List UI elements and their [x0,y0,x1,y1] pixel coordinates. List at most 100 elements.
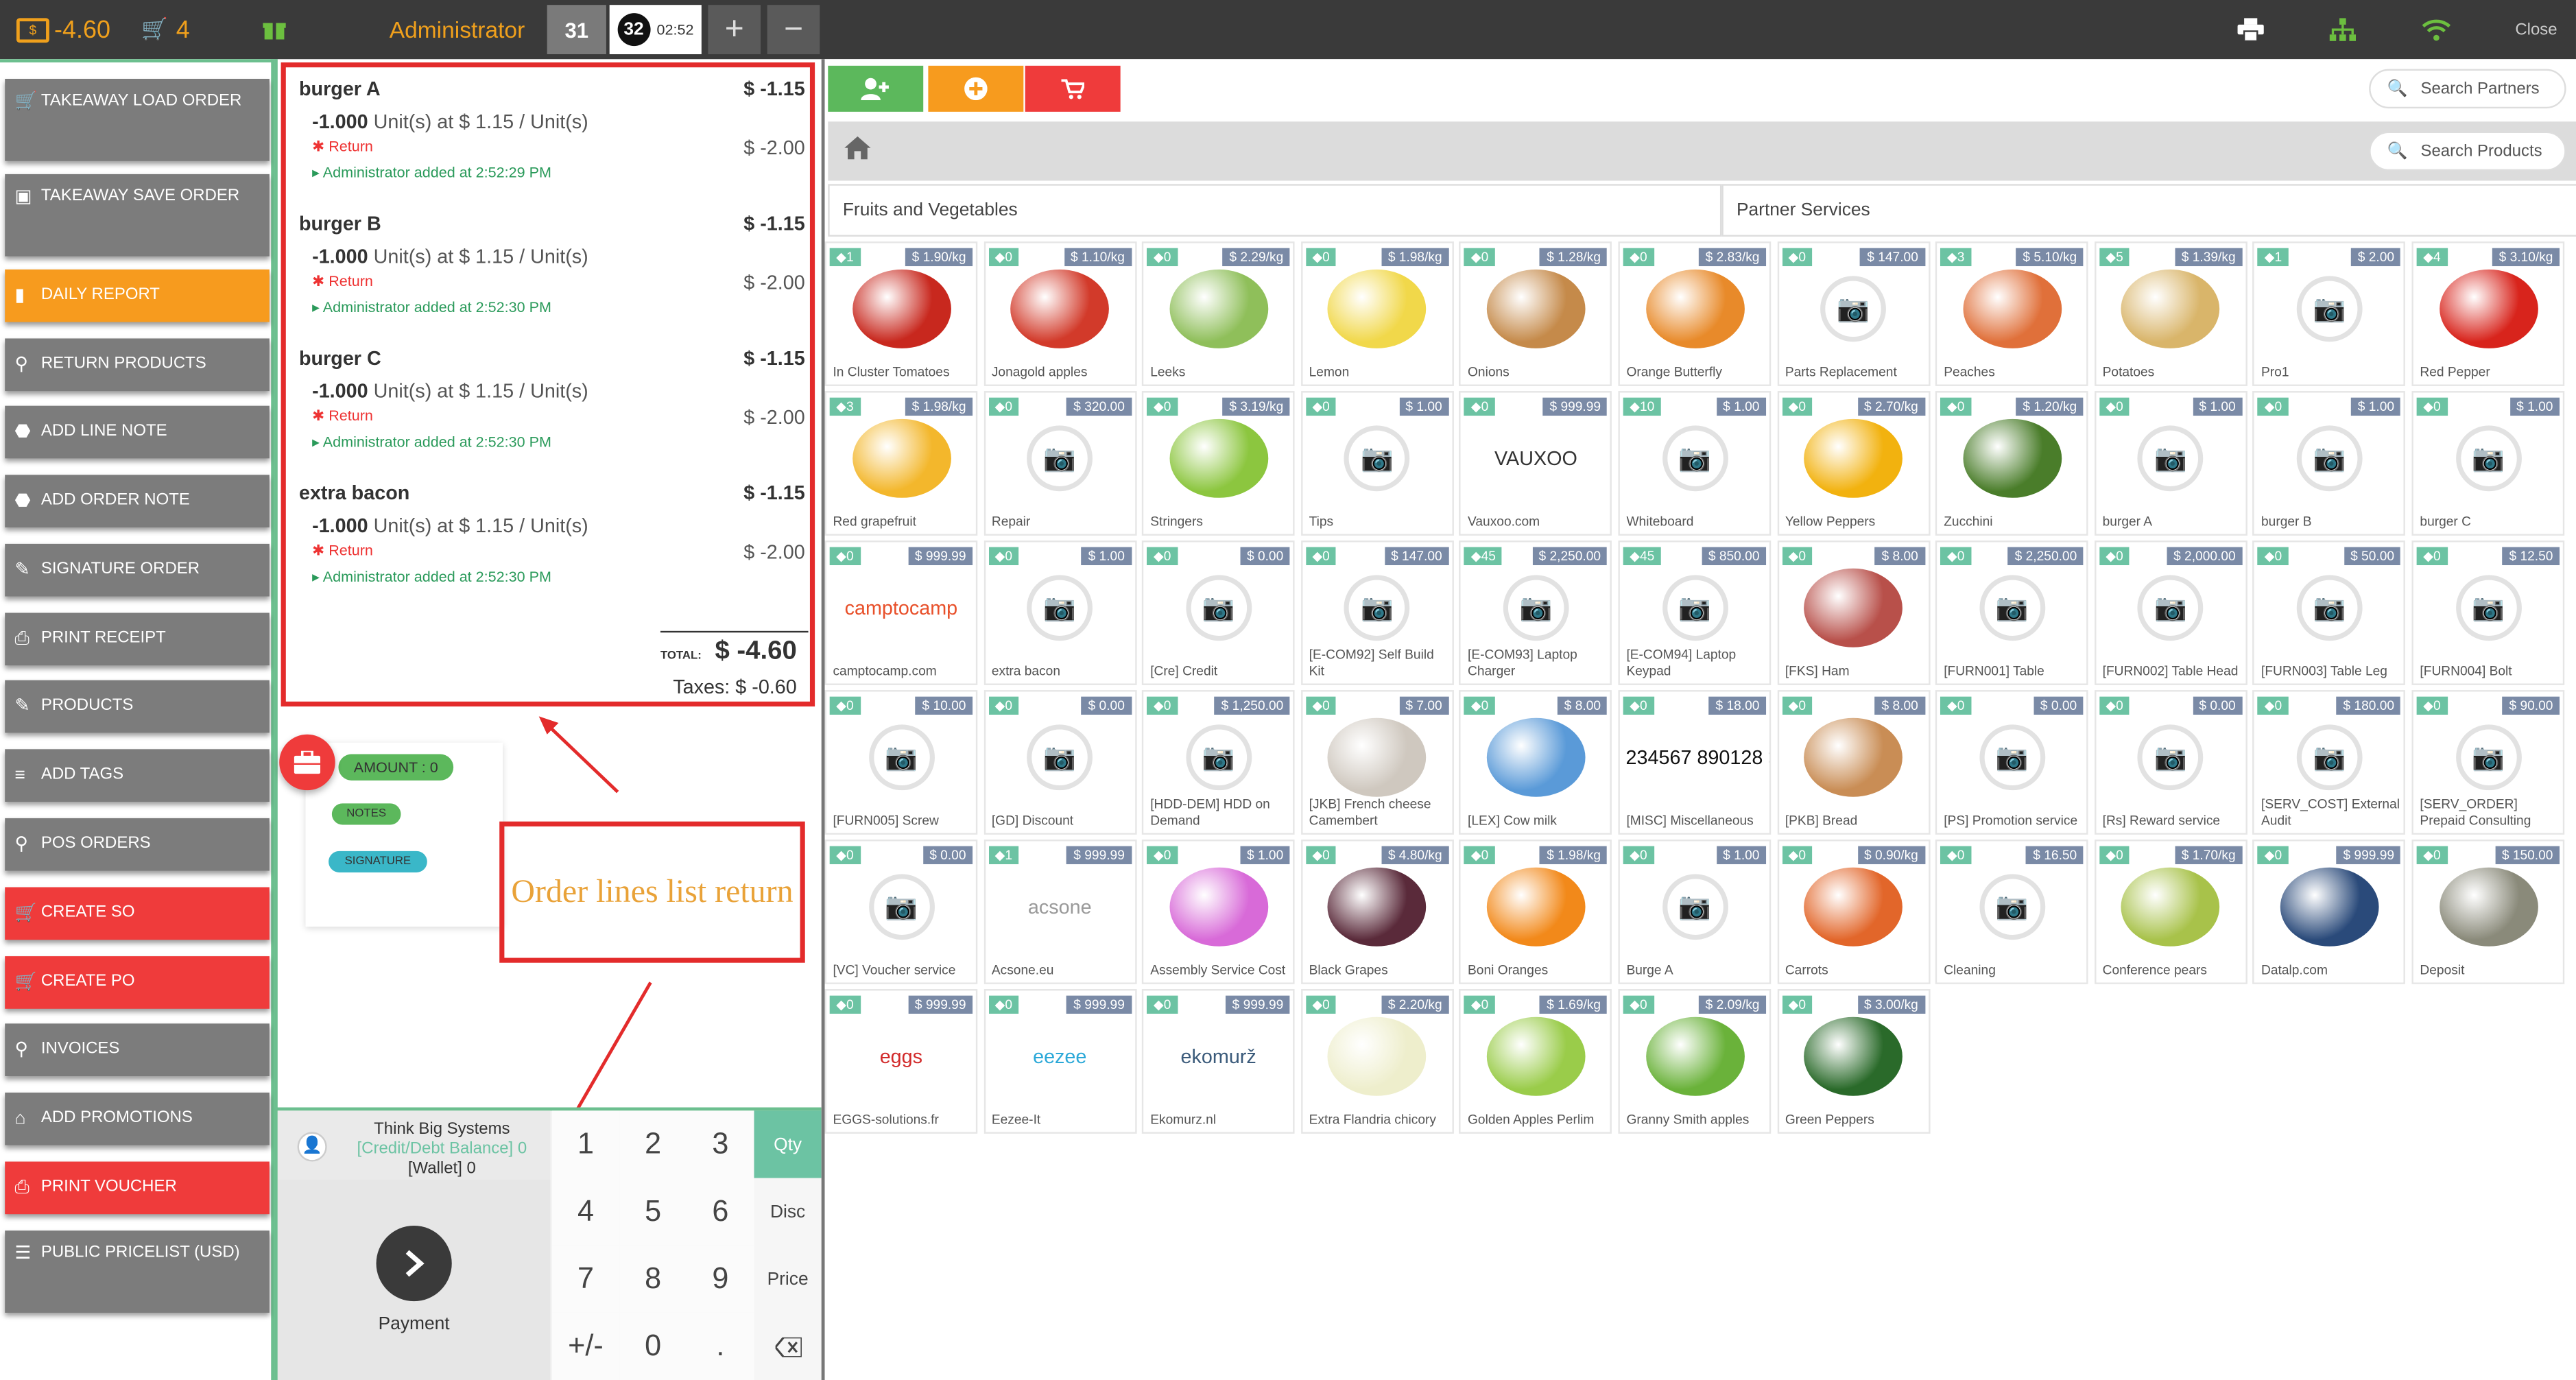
sidebar-item-products[interactable]: ✎ PRODUCTS [5,680,270,733]
product-tile[interactable]: ◆0 $ 2.29/kg Leeks [1142,241,1296,386]
product-tile[interactable]: ◆0 $ 8.00 [LEX] Cow milk [1459,690,1612,835]
search-partners-input[interactable]: 🔍 Search Partners [2369,69,2566,109]
numpad-key[interactable]: 9 [687,1245,754,1313]
product-tile[interactable]: ◆3 $ 1.98/kg Red grapefruit [824,391,978,536]
product-tile[interactable]: ◆0 $ 3.00/kg Green Peppers [1776,989,1930,1134]
numpad-key[interactable]: 5 [619,1178,687,1246]
product-tile[interactable]: 📷 ◆0 $ 90.00 [SERV_ORDER] Prepaid Consultin… [2411,690,2565,835]
numpad-key[interactable]: 2 [619,1110,687,1178]
gift-icon[interactable] [263,0,286,59]
order-tab[interactable]: 31 [547,5,606,55]
product-tile[interactable]: camptocamp ◆0 $ 999.99 camptocamp.com [824,540,978,685]
category-fruits-vegetables[interactable]: Fruits and Vegetables [828,184,1722,237]
numpad-mode-disc[interactable]: Disc [754,1178,822,1246]
product-tile[interactable]: ◆0 $ 1.98/kg Lemon [1300,241,1454,386]
product-tile[interactable]: 📷 ◆0 $ 1.00 Burge A [1618,840,1772,984]
wifi-icon[interactable] [2422,0,2451,59]
product-tile[interactable]: ◆0 $ 7.00 [JKB] French cheese Camembert [1300,690,1454,835]
sidebar-item-add-tags[interactable]: ≡ ADD TAGS [5,749,270,802]
numpad-mode-price[interactable]: Price [754,1245,822,1313]
numpad-key[interactable]: 1 [551,1110,620,1178]
product-tile[interactable]: 📷 ◆0 $ 2,250.00 [FURN001] Table [1935,540,2089,685]
product-tile[interactable]: ◆3 $ 5.10/kg Peaches [1935,241,2089,386]
sidebar-item-add-promotions[interactable]: ⌂ ADD PROMOTIONS [5,1092,270,1145]
balance-display[interactable]: $ -4.60 [16,0,110,59]
product-tile[interactable]: 📷 ◆0 $ 1,250.00 [HDD-DEM] HDD on Demand [1142,690,1296,835]
numpad-key[interactable]: 8 [619,1245,687,1313]
numpad-key[interactable]: 6 [687,1178,754,1246]
product-tile[interactable]: 📷 ◆0 $ 147.00 [E-COM92] Self Build Kit [1300,540,1454,685]
search-products-input[interactable]: 🔍 Search Products [2369,131,2566,171]
numpad-key[interactable]: . [687,1312,754,1380]
product-tile[interactable]: 📷 ◆0 $ 1.00 Tips [1300,391,1454,536]
product-tile[interactable]: 📷 ◆0 $ 10.00 [FURN005] Screw [824,690,978,835]
product-tile[interactable]: ◆0 $ 1.20/kg Zucchini [1935,391,2089,536]
product-tile[interactable]: ◆0 $ 2.83/kg Orange Butterfly [1618,241,1772,386]
product-tile[interactable]: ◆0 $ 8.00 [PKB] Bread [1776,690,1930,835]
product-tile[interactable]: ◆4 $ 3.10/kg Red Pepper [2411,241,2565,386]
add-customer-button[interactable] [828,65,924,112]
order-tab-active[interactable]: 32 02:52 [609,5,702,55]
product-tile[interactable]: ◆0 $ 0.90/kg Carrots [1776,840,1930,984]
product-tile[interactable]: 📷 ◆1 $ 2.00 Pro1 [2253,241,2406,386]
product-tile[interactable]: ◆5 $ 1.39/kg Potatoes [2094,241,2247,386]
sidebar-item-public-pricelist-usd[interactable]: ☰ PUBLIC PRICELIST (USD) [5,1230,270,1313]
order-line[interactable]: burger C $ -1.15 -1.000 Unit(s) at $ 1.15 … [299,346,805,478]
product-tile[interactable]: 📷 ◆0 $ 320.00 Repair [983,391,1136,536]
product-tile[interactable]: ◆0 $ 1.98/kg Boni Oranges [1459,840,1612,984]
product-tile[interactable]: ◆0 $ 2.09/kg Granny Smith apples [1618,989,1772,1134]
add-order-button[interactable]: + [708,5,761,55]
product-tile[interactable]: ◆0 $ 999.99 Datalp.com [2253,840,2406,984]
numpad-key[interactable]: 3 [687,1110,754,1178]
sidebar-item-add-line-note[interactable]: ⬣ ADD LINE NOTE [5,405,270,459]
numpad-key[interactable]: +/- [551,1312,620,1380]
product-tile[interactable]: 📷 ◆0 $ 180.00 [SERV_COST] External Audit [2253,690,2406,835]
notes-badge[interactable]: NOTES [331,803,401,825]
signature-badge[interactable]: SIGNATURE [329,850,427,872]
product-tile[interactable]: 📷 ◆0 $ 0.00 [Rs] Reward service [2094,690,2247,835]
home-icon[interactable] [844,136,871,168]
sidebar-item-invoices[interactable]: ⚲ INVOICES [5,1023,270,1076]
product-tile[interactable]: eggs ◆0 $ 999.99 EGGS-solutions.fr [824,989,978,1134]
product-tile[interactable]: ◆0 $ 4.80/kg Black Grapes [1300,840,1454,984]
product-tile[interactable]: 📷 ◆0 $ 1.00 burger C [2411,391,2565,536]
sidebar-item-create-so[interactable]: 🛒 CREATE SO [5,887,270,940]
sidebar-item-takeaway-load-order[interactable]: 🛒 TAKEAWAY LOAD ORDER [5,78,270,161]
product-tile[interactable]: ◆0 $ 1.00 Assembly Service Cost [1142,840,1296,984]
product-tile[interactable]: 📷 ◆0 $ 1.00 burger A [2094,391,2247,536]
add-button[interactable] [928,65,1024,112]
sidebar-item-print-voucher[interactable]: ⎙ PRINT VOUCHER [5,1161,270,1215]
sidebar-item-daily-report[interactable]: ▮ DAILY REPORT [5,269,270,322]
numpad-key[interactable]: 7 [551,1245,620,1313]
sidebar-item-create-po[interactable]: 🛒 CREATE PO [5,956,270,1009]
product-tile[interactable]: acsone ◆1 $ 999.99 Acsone.eu [983,840,1136,984]
close-button[interactable]: Close [2515,0,2557,59]
cart-button[interactable] [1025,65,1121,112]
product-tile[interactable]: eezee ◆0 $ 999.99 Eezee-It [983,989,1136,1134]
product-tile[interactable]: 📷 ◆0 $ 16.50 Cleaning [1935,840,2089,984]
product-tile[interactable]: 📷 ◆0 $ 1.00 extra bacon [983,540,1136,685]
product-tile[interactable]: ekomurž ◆0 $ 999.99 Ekomurz.nl [1142,989,1296,1134]
sidebar-item-print-receipt[interactable]: ⎙ PRINT RECEIPT [5,612,270,666]
product-tile[interactable]: 📷 ◆10 $ 1.00 Whiteboard [1618,391,1772,536]
product-tile[interactable]: 📷 ◆0 $ 147.00 Parts Replacement [1776,241,1930,386]
product-tile[interactable]: 📷 ◆45 $ 2,250.00 [E-COM93] Laptop Charger [1459,540,1612,685]
sidebar-item-pos-orders[interactable]: ⚲ POS ORDERS [5,818,270,871]
remove-order-button[interactable]: − [767,5,820,55]
cart-display[interactable]: 🛒 4 [141,0,190,59]
product-tile[interactable]: ◆1 $ 1.90/kg In Cluster Tomatoes [824,241,978,386]
category-partner-services[interactable]: Partner Services [1721,184,2576,237]
sidebar-item-takeaway-save-order[interactable]: ▣ TAKEAWAY SAVE ORDER [5,174,270,257]
payment-button[interactable] [376,1225,452,1302]
product-tile[interactable]: 📷 ◆0 $ 0.00 [GD] Discount [983,690,1136,835]
product-tile[interactable]: 📷 ◆0 $ 0.00 [Cre] Credit [1142,540,1296,685]
order-line[interactable]: extra bacon $ -1.15 -1.000 Unit(s) at $ 1.… [299,481,805,613]
numpad-key[interactable]: 0 [619,1312,687,1380]
product-tile[interactable]: ◆0 $ 1.70/kg Conference pears [2094,840,2247,984]
product-tile[interactable]: ◆0 $ 1.69/kg Golden Apples Perlim [1459,989,1612,1134]
product-tile[interactable]: VAUXOO ◆0 $ 999.99 Vauxoo.com [1459,391,1612,536]
product-tile[interactable]: ◆0 $ 1.10/kg Jonagold apples [983,241,1136,386]
product-tile[interactable]: 📷 ◆0 $ 1.00 burger B [2253,391,2406,536]
order-line[interactable]: burger A $ -1.15 -1.000 Unit(s) at $ 1.15 … [299,78,805,209]
network-icon[interactable] [2329,0,2357,59]
